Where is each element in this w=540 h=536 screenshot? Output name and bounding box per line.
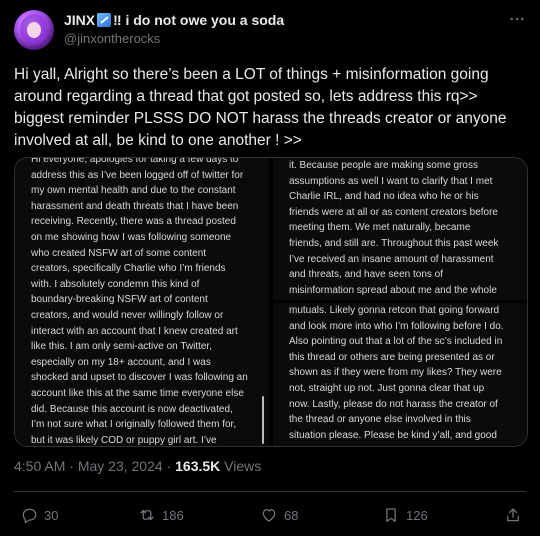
tweet-date[interactable]: May 23, 2024 bbox=[78, 458, 163, 474]
views-label: Views bbox=[220, 458, 262, 474]
media-right-bottom-text: mutuals. Likely gonna retcon that going … bbox=[289, 305, 504, 441]
image-scrollbar bbox=[262, 396, 264, 444]
share-icon bbox=[507, 508, 519, 522]
tweet-time[interactable]: 4:50 AM bbox=[14, 458, 65, 474]
views-count: 163.5K bbox=[175, 458, 221, 474]
media-image-right-bottom[interactable]: mutuals. Likely gonna retcon that going … bbox=[273, 303, 527, 446]
share-button[interactable] bbox=[504, 503, 522, 527]
display-name[interactable]: JINX ‼ i do not owe you a soda bbox=[64, 12, 284, 28]
bookmark-button[interactable]: 126 bbox=[382, 503, 428, 527]
reply-count: 30 bbox=[44, 507, 59, 523]
display-name-suffix: ‼ i do not owe you a soda bbox=[113, 12, 285, 28]
like-count: 68 bbox=[284, 507, 299, 523]
comet-emoji-icon bbox=[97, 13, 112, 27]
display-name-prefix: JINX bbox=[64, 12, 96, 28]
media-image-right-top[interactable]: it. Because people are making some gross… bbox=[273, 158, 527, 300]
repost-count: 186 bbox=[162, 507, 184, 523]
divider bbox=[14, 491, 526, 492]
avatar[interactable] bbox=[14, 10, 54, 50]
user-handle[interactable]: @jinxontherocks bbox=[64, 31, 160, 46]
bookmark-icon bbox=[386, 508, 396, 523]
reply-button[interactable]: 30 bbox=[20, 503, 58, 527]
meta-separator: · bbox=[162, 458, 176, 474]
meta-separator: · bbox=[65, 458, 78, 474]
tweet-meta: 4:50 AM · May 23, 2024 · 163.5K Views bbox=[14, 458, 261, 474]
like-button[interactable]: 68 bbox=[260, 503, 298, 527]
reply-icon bbox=[22, 508, 37, 524]
media-image-left[interactable]: Hi everyone, apologies for taking a few … bbox=[15, 158, 269, 446]
repost-button[interactable]: 186 bbox=[138, 503, 184, 527]
bookmark-count: 126 bbox=[406, 507, 428, 523]
media-left-text: Hi everyone, apologies for taking a few … bbox=[31, 158, 248, 446]
tweet-header: JINX ‼ i do not owe you a soda @jinxonthe… bbox=[14, 10, 526, 50]
action-bar: 30 186 68 126 bbox=[14, 503, 526, 527]
heart-icon bbox=[262, 509, 276, 522]
tweet-media[interactable]: Hi everyone, apologies for taking a few … bbox=[14, 157, 528, 447]
repost-icon bbox=[140, 509, 154, 521]
more-icon[interactable] bbox=[508, 10, 526, 33]
tweet-text: Hi yall, Alright so there’s been a LOT o… bbox=[14, 66, 511, 149]
media-right-top-text: it. Because people are making some gross… bbox=[289, 160, 499, 296]
